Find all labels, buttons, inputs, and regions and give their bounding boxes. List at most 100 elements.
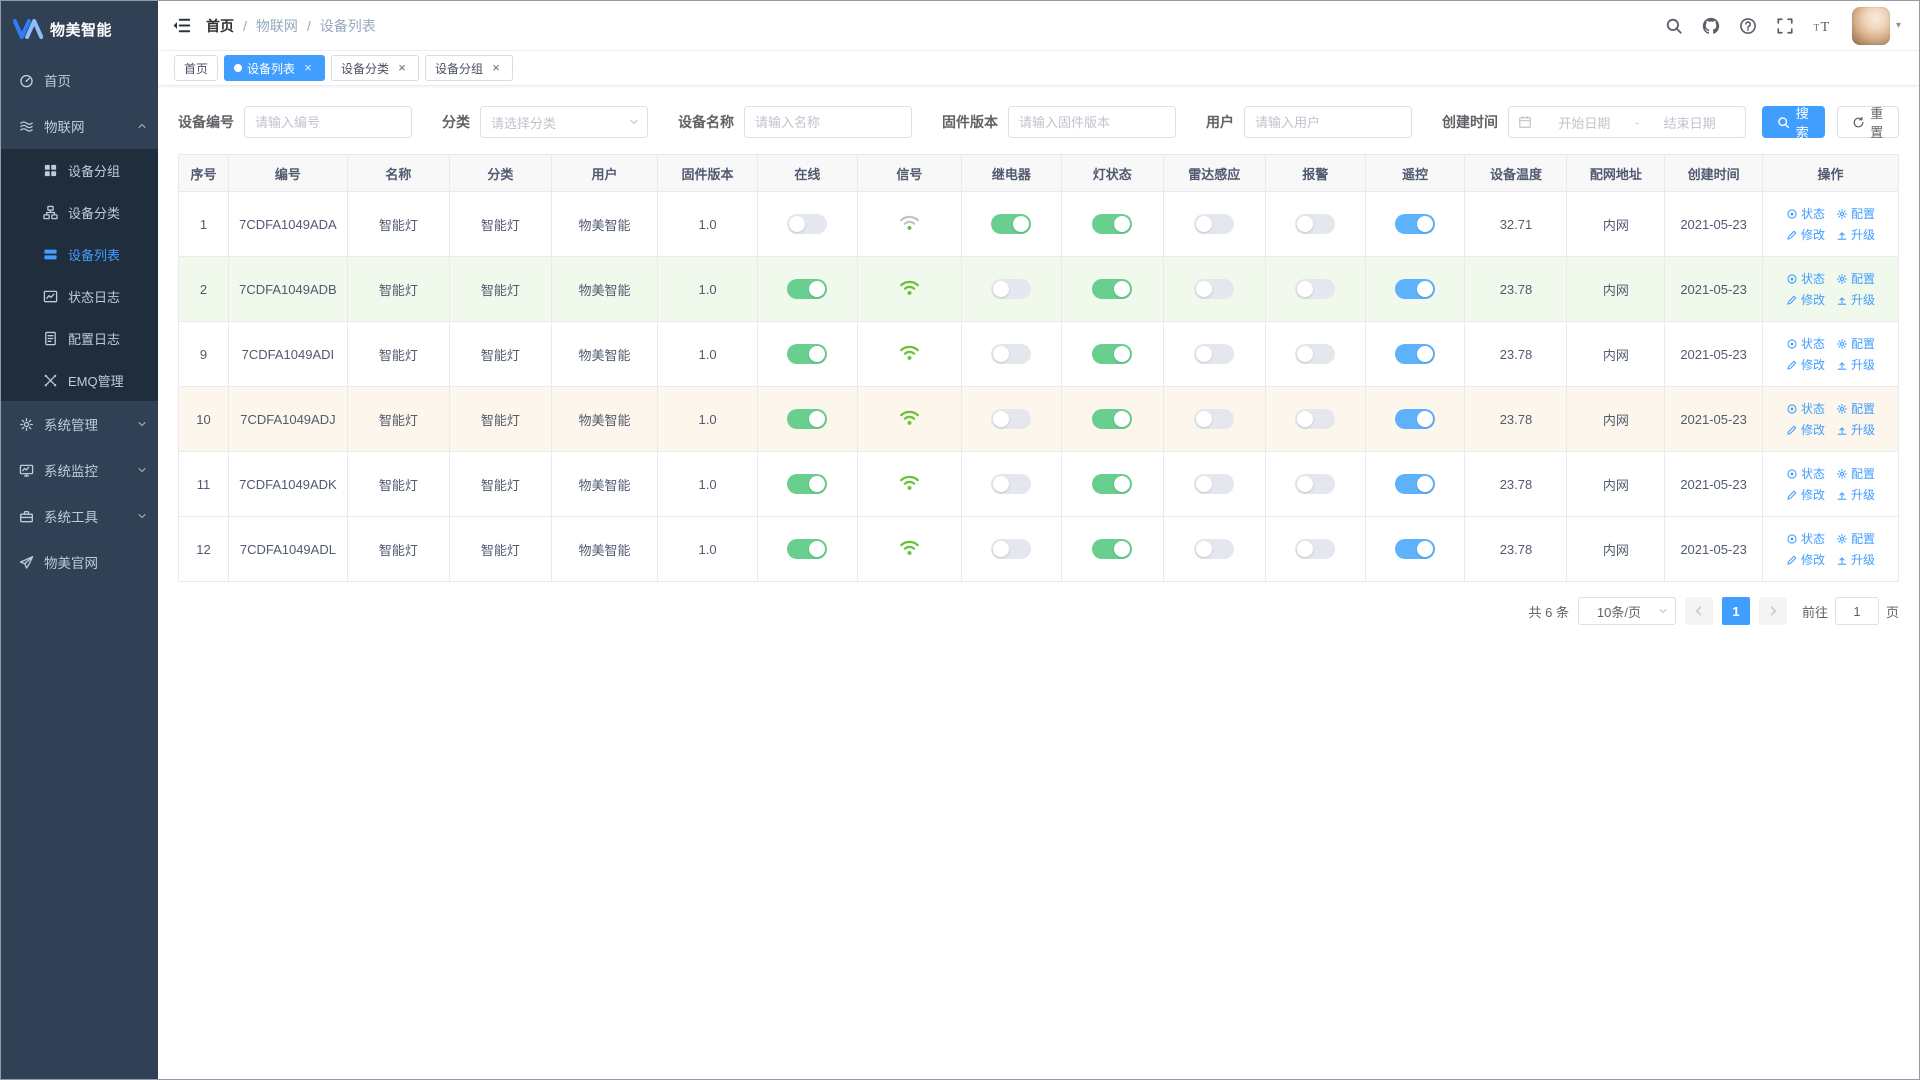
sidebar-item-official-site[interactable]: 物美官网 bbox=[1, 539, 158, 585]
sidebar-item-device-category[interactable]: 设备分类 bbox=[1, 191, 158, 233]
prev-page-button[interactable] bbox=[1684, 597, 1713, 625]
goto-page-input[interactable] bbox=[1834, 597, 1879, 625]
close-icon[interactable]: × bbox=[395, 61, 409, 75]
close-icon[interactable]: × bbox=[489, 61, 503, 75]
op-config-link[interactable]: 配置 bbox=[1836, 468, 1875, 480]
font-size-icon[interactable]: TT bbox=[1813, 17, 1831, 35]
sidebar-fold-icon[interactable] bbox=[172, 16, 191, 35]
op-upgrade-link[interactable]: 升级 bbox=[1836, 489, 1875, 501]
online-switch[interactable] bbox=[787, 279, 828, 299]
op-upgrade-link[interactable]: 升级 bbox=[1836, 229, 1875, 241]
op-edit-link[interactable]: 修改 bbox=[1786, 424, 1825, 436]
app-logo[interactable]: 物美智能 bbox=[1, 1, 158, 57]
page-size-select[interactable]: 10条/页 bbox=[1577, 597, 1676, 625]
relay-switch[interactable] bbox=[991, 279, 1032, 299]
alarm-switch[interactable] bbox=[1295, 214, 1336, 234]
radar-switch[interactable] bbox=[1194, 344, 1235, 364]
relay-switch[interactable] bbox=[991, 474, 1032, 494]
search-button[interactable]: 搜索 bbox=[1762, 106, 1825, 140]
light-switch[interactable] bbox=[1092, 214, 1133, 234]
fullscreen-icon[interactable] bbox=[1776, 17, 1794, 35]
reset-button[interactable]: 重置 bbox=[1836, 106, 1899, 140]
op-status-link[interactable]: 状态 bbox=[1786, 533, 1825, 545]
tag-device-list[interactable]: 设备列表 × bbox=[224, 55, 326, 81]
op-status-link[interactable]: 状态 bbox=[1786, 208, 1825, 220]
op-config-link[interactable]: 配置 bbox=[1836, 208, 1875, 220]
user-menu[interactable]: ▾ bbox=[1851, 6, 1901, 45]
date-range-picker[interactable]: 开始日期 - 结束日期 bbox=[1508, 106, 1746, 138]
relay-switch[interactable] bbox=[991, 214, 1032, 234]
relay-switch[interactable] bbox=[991, 409, 1032, 429]
op-edit-link[interactable]: 修改 bbox=[1786, 489, 1825, 501]
op-status-link[interactable]: 状态 bbox=[1786, 273, 1825, 285]
sidebar-item-system-admin[interactable]: 系统管理 bbox=[1, 401, 158, 447]
sidebar-item-home[interactable]: 首页 bbox=[1, 57, 158, 103]
sidebar-item-config-log[interactable]: 配置日志 bbox=[1, 317, 158, 359]
online-switch[interactable] bbox=[787, 474, 828, 494]
light-switch[interactable] bbox=[1092, 344, 1133, 364]
alarm-switch[interactable] bbox=[1295, 279, 1336, 299]
breadcrumb-item[interactable]: 物联网 bbox=[256, 18, 298, 34]
user-input[interactable] bbox=[1244, 106, 1412, 138]
breadcrumb-item[interactable]: 设备列表 bbox=[320, 18, 376, 34]
remote-switch[interactable] bbox=[1395, 279, 1436, 299]
op-upgrade-link[interactable]: 升级 bbox=[1836, 554, 1875, 566]
github-icon[interactable] bbox=[1702, 17, 1720, 35]
remote-switch[interactable] bbox=[1395, 214, 1436, 234]
remote-switch[interactable] bbox=[1395, 409, 1436, 429]
firmware-input[interactable] bbox=[1008, 106, 1176, 138]
sidebar-item-status-log[interactable]: 状态日志 bbox=[1, 275, 158, 317]
online-switch[interactable] bbox=[787, 214, 828, 234]
alarm-switch[interactable] bbox=[1295, 539, 1336, 559]
sidebar-item-system-monitor[interactable]: 系统监控 bbox=[1, 447, 158, 493]
radar-switch[interactable] bbox=[1194, 279, 1235, 299]
op-edit-link[interactable]: 修改 bbox=[1786, 554, 1825, 566]
op-config-link[interactable]: 配置 bbox=[1836, 338, 1875, 350]
remote-switch[interactable] bbox=[1395, 344, 1436, 364]
radar-switch[interactable] bbox=[1194, 539, 1235, 559]
light-switch[interactable] bbox=[1092, 474, 1133, 494]
remote-switch[interactable] bbox=[1395, 539, 1436, 559]
op-status-link[interactable]: 状态 bbox=[1786, 468, 1825, 480]
tag-device-group[interactable]: 设备分组 × bbox=[425, 55, 514, 81]
question-icon[interactable] bbox=[1739, 17, 1757, 35]
remote-switch[interactable] bbox=[1395, 474, 1436, 494]
op-upgrade-link[interactable]: 升级 bbox=[1836, 294, 1875, 306]
page-1-button[interactable]: 1 bbox=[1721, 597, 1750, 625]
sidebar-item-system-tools[interactable]: 系统工具 bbox=[1, 493, 158, 539]
op-status-link[interactable]: 状态 bbox=[1786, 403, 1825, 415]
radar-switch[interactable] bbox=[1194, 409, 1235, 429]
op-config-link[interactable]: 配置 bbox=[1836, 273, 1875, 285]
op-edit-link[interactable]: 修改 bbox=[1786, 359, 1825, 371]
category-select[interactable]: 请选择分类 bbox=[480, 106, 648, 138]
sidebar-item-device-group[interactable]: 设备分组 bbox=[1, 149, 158, 191]
light-switch[interactable] bbox=[1092, 409, 1133, 429]
tag-home[interactable]: 首页 bbox=[174, 55, 219, 81]
sidebar-item-iot[interactable]: 物联网 bbox=[1, 103, 158, 149]
alarm-switch[interactable] bbox=[1295, 474, 1336, 494]
alarm-switch[interactable] bbox=[1295, 344, 1336, 364]
radar-switch[interactable] bbox=[1194, 474, 1235, 494]
op-status-link[interactable]: 状态 bbox=[1786, 338, 1825, 350]
op-edit-link[interactable]: 修改 bbox=[1786, 294, 1825, 306]
alarm-switch[interactable] bbox=[1295, 409, 1336, 429]
sidebar-item-device-list[interactable]: 设备列表 bbox=[1, 233, 158, 275]
search-icon[interactable] bbox=[1665, 17, 1683, 35]
op-edit-link[interactable]: 修改 bbox=[1786, 229, 1825, 241]
relay-switch[interactable] bbox=[991, 539, 1032, 559]
avatar[interactable] bbox=[1851, 6, 1890, 45]
op-config-link[interactable]: 配置 bbox=[1836, 533, 1875, 545]
device-name-input[interactable] bbox=[744, 106, 912, 138]
breadcrumb-item[interactable]: 首页 bbox=[206, 18, 234, 34]
light-switch[interactable] bbox=[1092, 279, 1133, 299]
op-config-link[interactable]: 配置 bbox=[1836, 403, 1875, 415]
next-page-button[interactable] bbox=[1758, 597, 1787, 625]
light-switch[interactable] bbox=[1092, 539, 1133, 559]
relay-switch[interactable] bbox=[991, 344, 1032, 364]
online-switch[interactable] bbox=[787, 539, 828, 559]
radar-switch[interactable] bbox=[1194, 214, 1235, 234]
op-upgrade-link[interactable]: 升级 bbox=[1836, 359, 1875, 371]
op-upgrade-link[interactable]: 升级 bbox=[1836, 424, 1875, 436]
close-icon[interactable]: × bbox=[301, 61, 315, 75]
tag-device-category[interactable]: 设备分类 × bbox=[331, 55, 420, 81]
